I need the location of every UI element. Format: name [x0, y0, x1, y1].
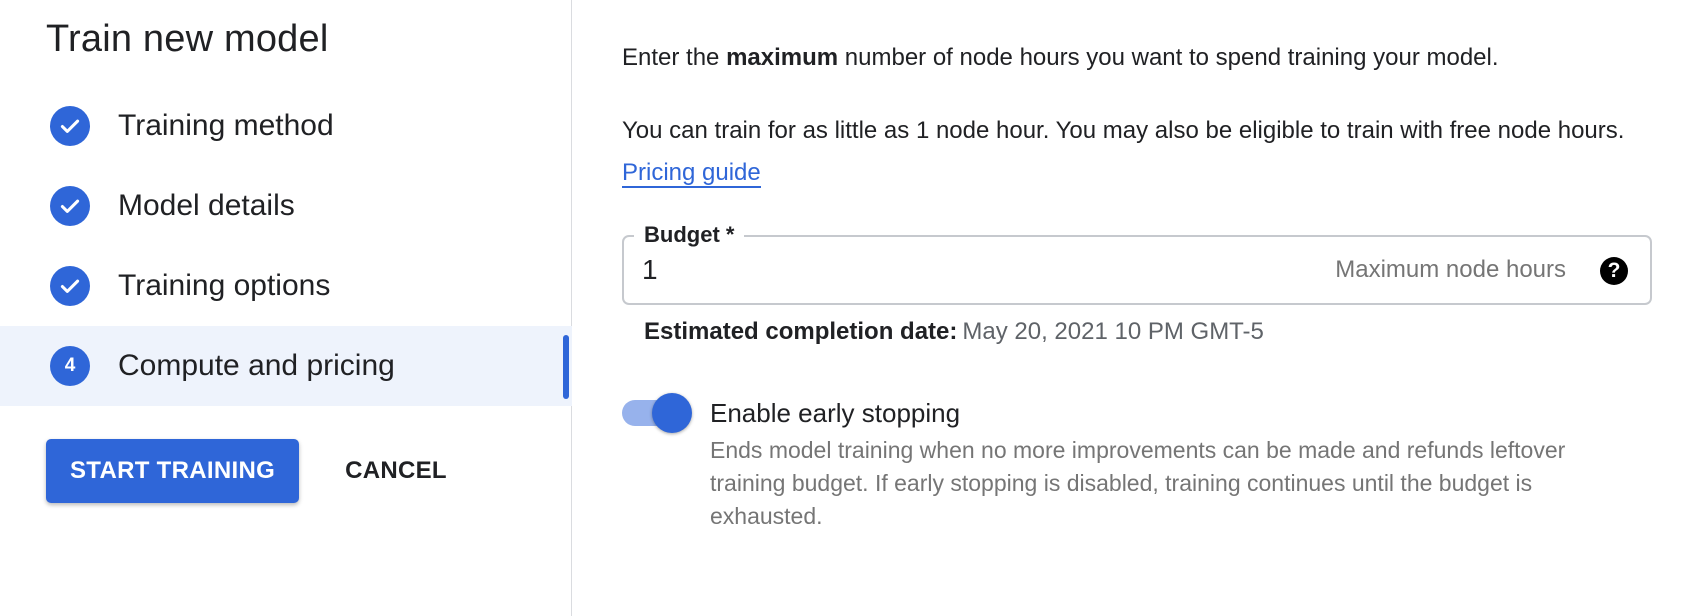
check-icon: [50, 266, 90, 306]
help-circle-icon[interactable]: ?: [1600, 257, 1628, 285]
step-label: Model details: [118, 189, 295, 222]
step-label: Training method: [118, 109, 334, 142]
step-number-badge: 4: [50, 346, 90, 386]
stepper-panel: Train new model Training method Model de…: [0, 0, 572, 616]
stepper: Training method Model details Training o…: [0, 86, 572, 406]
action-bar: START TRAINING CANCEL: [46, 439, 461, 503]
step-training-method[interactable]: Training method: [0, 86, 572, 166]
intro-text: Enter the: [622, 44, 727, 71]
estimated-completion: Estimated completion date: May 20, 2021 1…: [644, 318, 1264, 346]
early-stopping-toggle[interactable]: [622, 393, 694, 433]
start-training-button[interactable]: START TRAINING: [46, 439, 300, 503]
early-stopping-description: Ends model training when no more improve…: [710, 437, 1566, 529]
check-icon: [50, 186, 90, 226]
pricing-info: You can train for as little as 1 node ho…: [622, 110, 1652, 194]
step-training-options[interactable]: Training options: [0, 246, 572, 326]
budget-suffix: Maximum node hours: [1335, 256, 1566, 283]
page-title: Train new model: [46, 18, 329, 60]
budget-field[interactable]: Budget * Maximum node hours ?: [622, 221, 1652, 305]
pricing-info-text: You can train for as little as 1 node ho…: [622, 117, 1625, 144]
step-compute-and-pricing[interactable]: 4 Compute and pricing: [0, 326, 572, 406]
estimate-label: Estimated completion date:: [644, 318, 958, 345]
intro-text-end: number of node hours you want to spend t…: [838, 44, 1499, 71]
toggle-knob: [652, 393, 692, 433]
estimate-value: May 20, 2021 10 PM GMT-5: [962, 318, 1264, 345]
budget-instructions: Enter the maximum number of node hours y…: [622, 37, 1499, 79]
intro-emphasis: maximum: [726, 44, 839, 71]
early-stopping-label: Enable early stopping: [710, 398, 961, 428]
active-step-indicator: [563, 335, 569, 399]
check-icon: [50, 106, 90, 146]
pricing-guide-link[interactable]: Pricing guide: [622, 159, 761, 188]
budget-input[interactable]: [642, 247, 1262, 293]
budget-label: Budget *: [634, 221, 745, 249]
cancel-button[interactable]: CANCEL: [331, 439, 461, 503]
step-label: Compute and pricing: [118, 349, 395, 382]
step-model-details[interactable]: Model details: [0, 166, 572, 246]
step-label: Training options: [118, 269, 331, 302]
